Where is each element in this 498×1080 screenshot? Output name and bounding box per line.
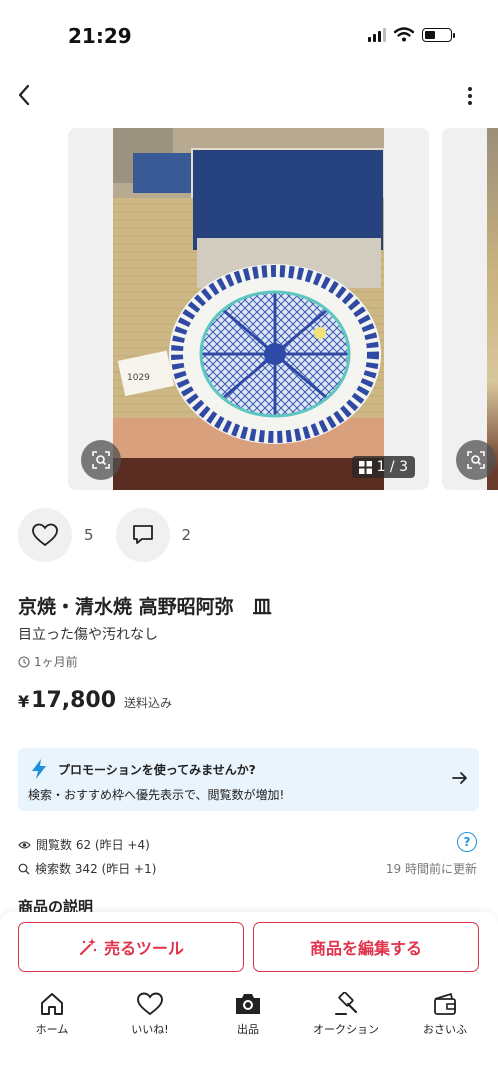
eye-icon: [18, 840, 31, 849]
heart-icon: [137, 992, 163, 1016]
image-counter: 1 / 3: [351, 456, 415, 478]
chevron-left-icon: [18, 84, 30, 106]
wifi-icon: [394, 27, 414, 42]
comment-count: 2: [181, 526, 192, 544]
like-count: 5: [84, 526, 94, 544]
views-stat-row: 閲覧数 62 (昨日 +4) ?: [18, 832, 479, 856]
updated-time: 19 時間前に更新: [385, 862, 477, 876]
clock-icon: [18, 655, 30, 668]
tab-auction-label: オークション: [313, 1023, 379, 1036]
signal-icon: [368, 27, 386, 42]
search-stat-text: 検索数 342 (昨日 +1): [35, 862, 157, 876]
lightning-icon: [32, 759, 46, 779]
promotion-banner[interactable]: プロモーションを使ってみませんか? 検索・おすすめ枠へ優先表示で、閲覧数が増加!: [18, 748, 479, 811]
tab-auction[interactable]: オークション: [301, 992, 391, 1037]
camera-icon: [236, 994, 260, 1014]
arrow-right-icon: [452, 772, 467, 784]
photo-note-label: 1029: [127, 373, 150, 383]
shipping-label: 送料込み: [124, 696, 173, 710]
image-counter-text: 1 / 3: [376, 459, 408, 475]
tab-bar: ホーム いいね! 出品 オークション おさいふ: [0, 984, 498, 1080]
views-stat: 閲覧数 62 (昨日 +4): [18, 836, 150, 853]
price-currency: ¥: [18, 692, 30, 711]
status-bar: 21:29: [0, 0, 498, 70]
engagement-row: 5 2: [18, 508, 213, 562]
product-condition: 目立った傷や汚れなし: [18, 627, 158, 643]
grid-icon: [358, 460, 372, 474]
magic-wand-icon: [80, 938, 97, 955]
views-stat-text: 閲覧数 62 (昨日 +4): [36, 838, 150, 852]
battery-level: [425, 30, 435, 39]
search-icon: [18, 863, 30, 874]
tab-home[interactable]: ホーム: [7, 992, 97, 1037]
search-stat: 検索数 342 (昨日 +1): [18, 860, 156, 877]
heart-icon: [32, 523, 58, 547]
more-dot-icon: [468, 101, 472, 105]
edit-item-button[interactable]: 商品を編集する: [253, 922, 479, 972]
posted-time-text: 1ヶ月前: [34, 655, 78, 669]
promotion-description: 検索・おすすめ枠へ優先表示で、閲覧数が増加!: [28, 788, 285, 802]
tab-sell-label: 出品: [237, 1023, 259, 1036]
scan-search-icon: [92, 451, 110, 469]
posted-time: 1ヶ月前: [18, 653, 78, 670]
tab-home-label: ホーム: [35, 1023, 69, 1036]
status-icons: [368, 27, 455, 42]
tab-sell[interactable]: 出品: [203, 992, 293, 1037]
more-dot-icon: [468, 87, 472, 91]
image-gallery[interactable]: 1029 1 / 3: [0, 128, 498, 490]
comment-icon: [132, 525, 153, 544]
image-search-button[interactable]: [81, 440, 121, 480]
product-photo: 1029: [113, 128, 384, 490]
gavel-icon: [335, 992, 358, 1015]
tab-wallet[interactable]: おさいふ: [400, 992, 490, 1037]
sell-tool-label: 売るツール: [104, 939, 184, 958]
more-options-button[interactable]: [464, 84, 476, 108]
next-photo-preview: [487, 128, 498, 490]
price-value: 17,800: [31, 688, 117, 713]
promotion-title: プロモーションを使ってみませんか?: [58, 763, 256, 777]
help-icon[interactable]: ?: [457, 832, 477, 852]
tab-likes[interactable]: いいね!: [105, 992, 195, 1037]
battery-icon: [422, 27, 455, 42]
bottom-action-bar: 売るツール 商品を編集する: [0, 912, 498, 984]
gallery-next-slide[interactable]: [442, 128, 498, 490]
edit-item-label: 商品を編集する: [309, 939, 422, 958]
tab-likes-label: いいね!: [131, 1023, 169, 1036]
back-button[interactable]: [12, 80, 36, 110]
price: ¥ 17,800 送料込み: [18, 688, 172, 713]
search-stat-row: 検索数 342 (昨日 +1) 19 時間前に更新: [18, 860, 479, 880]
like-button[interactable]: [18, 508, 72, 562]
sell-tool-button[interactable]: 売るツール: [18, 922, 244, 972]
scan-search-icon: [467, 451, 485, 469]
plate-photo-illustration: 1029: [113, 128, 384, 490]
status-time: 21:29: [68, 24, 132, 48]
product-title: 京焼・清水焼 高野昭阿弥 皿: [18, 596, 272, 618]
home-icon: [41, 993, 63, 1015]
image-search-button-next[interactable]: [456, 440, 496, 480]
gallery-slide[interactable]: 1029 1 / 3: [68, 128, 429, 490]
tab-wallet-label: おさいふ: [423, 1023, 467, 1036]
more-dot-icon: [468, 94, 472, 98]
comment-button[interactable]: [115, 508, 170, 562]
wallet-icon: [434, 993, 456, 1015]
